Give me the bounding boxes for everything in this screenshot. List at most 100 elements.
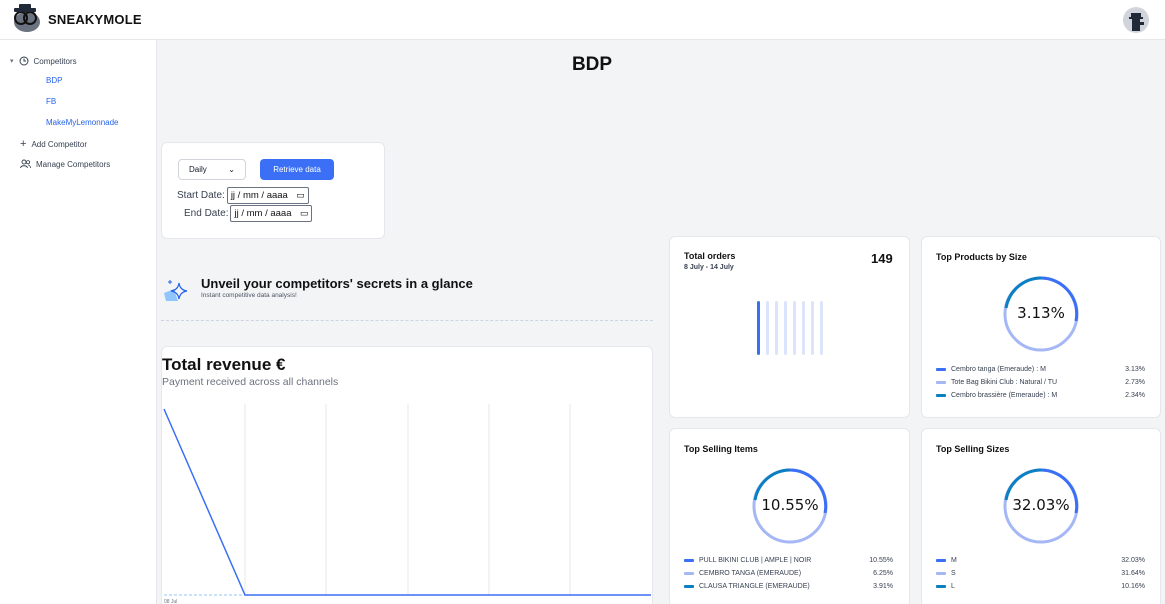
- legend-item: S: [936, 570, 956, 577]
- add-competitor-label: Add Competitor: [31, 139, 88, 149]
- end-date-placeholder: jj / mm / aaaa: [234, 208, 292, 219]
- legend-label: M: [951, 557, 957, 564]
- legend-label: Tote Bag Bikini Club : Natural / TU: [951, 379, 1058, 386]
- top-products-donut: 3.13%: [1003, 276, 1079, 352]
- orders-bar: [775, 301, 778, 355]
- promo-subtitle: Instant competitive data analysis!: [201, 292, 297, 299]
- legend-swatch: [684, 559, 694, 562]
- total-orders-value: 149: [871, 251, 893, 266]
- top-products-title: Top Products by Size: [936, 252, 1027, 262]
- legend-item: PULL BIKINI CLUB | AMPLE | NOIR: [684, 557, 811, 564]
- top-bar: SNEAKYMOLE: [0, 0, 1165, 40]
- legend-swatch: [936, 368, 946, 371]
- orders-bar: [784, 301, 787, 355]
- legend-swatch: [936, 585, 946, 588]
- top-items-donut: 10.55%: [752, 468, 828, 544]
- legend-item: M: [936, 557, 957, 564]
- orders-bar: [802, 301, 805, 355]
- sidebar-item-competitors[interactable]: ▾ Competitors: [10, 56, 77, 66]
- legend-value: 2.34%: [1125, 392, 1145, 399]
- top-sizes-title: Top Selling Sizes: [936, 444, 1010, 454]
- calendar-icon: ▭: [299, 208, 309, 218]
- start-date-row: Start Date: jj / mm / aaaa ▭: [177, 187, 309, 204]
- legend-item: Cembro tanga (Emeraude) : M: [936, 366, 1046, 373]
- legend-swatch: [936, 394, 946, 397]
- orders-bar: [811, 301, 814, 355]
- legend-value: 31.64%: [1121, 570, 1145, 577]
- sidebar: ▾ Competitors BDP FB MakeMyLemonnade + A…: [0, 40, 157, 604]
- legend-label: CLAUSA TRIANGLE (EMERAUDE): [699, 583, 810, 590]
- user-avatar-icon: [1129, 13, 1144, 31]
- start-date-label: Start Date:: [177, 190, 225, 201]
- legend-item: Cembro brassière (Emeraude) : M: [936, 392, 1057, 399]
- legend-item: CEMBRO TANGA (EMERAUDE): [684, 570, 801, 577]
- legend-value: 32.03%: [1121, 557, 1145, 564]
- legend-value: 2.73%: [1125, 379, 1145, 386]
- sidebar-item-fb[interactable]: FB: [46, 97, 56, 106]
- chevron-down-icon: ▾: [10, 58, 14, 65]
- manage-competitors-link[interactable]: Manage Competitors: [20, 159, 110, 169]
- mole-logo-icon: [14, 4, 40, 32]
- manage-competitors-label: Manage Competitors: [36, 159, 111, 169]
- granularity-value: Daily: [189, 165, 207, 174]
- add-competitor-link[interactable]: + Add Competitor: [20, 138, 87, 150]
- legend-item: CLAUSA TRIANGLE (EMERAUDE): [684, 583, 810, 590]
- orders-bar: [793, 301, 796, 355]
- total-orders-range: 8 July - 14 July: [684, 264, 734, 271]
- sidebar-item-bdp[interactable]: BDP: [46, 76, 62, 85]
- revenue-title: Total revenue €: [162, 355, 286, 374]
- legend-value: 6.25%: [873, 570, 893, 577]
- legend-swatch: [936, 572, 946, 575]
- top-products-center-value: 3.13%: [1017, 304, 1065, 322]
- filter-card: Daily ⌄ Retrieve data Start Date: jj / m…: [161, 142, 385, 239]
- x-axis-label: 08 Jul: [164, 599, 177, 604]
- calendar-icon: ▭: [296, 190, 305, 200]
- clock-icon: [19, 56, 29, 66]
- legend-label: L: [951, 583, 955, 590]
- legend-swatch: [936, 559, 946, 562]
- sidebar-item-makemylemonnade[interactable]: MakeMyLemonnade: [46, 118, 118, 127]
- top-sizes-center-value: 32.03%: [1012, 496, 1069, 514]
- top-items-center-value: 10.55%: [761, 496, 818, 514]
- granularity-select[interactable]: Daily ⌄: [178, 159, 246, 180]
- legend-value: 3.13%: [1125, 366, 1145, 373]
- legend-value: 10.55%: [869, 557, 893, 564]
- legend-swatch: [936, 381, 946, 384]
- revenue-chart: 08 Jul: [163, 404, 651, 604]
- start-date-input[interactable]: jj / mm / aaaa ▭: [226, 187, 309, 204]
- legend-label: Cembro tanga (Emeraude) : M: [951, 366, 1046, 373]
- orders-bar: [766, 301, 769, 355]
- retrieve-data-button[interactable]: Retrieve data: [260, 159, 334, 180]
- legend-swatch: [684, 572, 694, 575]
- top-items-title: Top Selling Items: [684, 444, 758, 454]
- brand-name: SNEAKYMOLE: [48, 12, 142, 27]
- total-orders-title: Total orders: [684, 251, 736, 261]
- sidebar-item-label: Competitors: [33, 56, 77, 66]
- chevron-down-icon: ⌄: [228, 165, 235, 174]
- legend-item: L: [936, 583, 955, 590]
- end-date-label: End Date:: [184, 208, 229, 219]
- revenue-subtitle: Payment received across all channels: [162, 376, 339, 388]
- legend-swatch: [684, 585, 694, 588]
- users-icon: [20, 159, 31, 169]
- legend-label: PULL BIKINI CLUB | AMPLE | NOIR: [699, 557, 812, 564]
- legend-value: 10.16%: [1121, 583, 1145, 590]
- legend-label: S: [951, 570, 956, 577]
- start-date-placeholder: jj / mm / aaaa: [230, 190, 288, 201]
- legend-label: Cembro brassière (Emeraude) : M: [951, 392, 1058, 399]
- divider: [161, 320, 653, 321]
- promo-title: Unveil your competitors' secrets in a gl…: [201, 276, 473, 291]
- legend-label: CEMBRO TANGA (EMERAUDE): [699, 570, 802, 577]
- sparkle-icon: [164, 280, 188, 301]
- end-date-row: End Date: jj / mm / aaaa ▭: [184, 205, 313, 222]
- plus-icon: +: [20, 138, 27, 150]
- end-date-input[interactable]: jj / mm / aaaa ▭: [230, 205, 313, 222]
- page-title: BDP: [571, 54, 613, 75]
- top-sizes-donut: 32.03%: [1003, 468, 1079, 544]
- orders-bar: [757, 301, 760, 355]
- legend-value: 3.91%: [873, 583, 893, 590]
- user-avatar[interactable]: [1123, 7, 1149, 33]
- orders-bar-chart: [757, 301, 823, 355]
- legend-item: Tote Bag Bikini Club : Natural / TU: [936, 379, 1057, 386]
- orders-bar: [820, 301, 823, 355]
